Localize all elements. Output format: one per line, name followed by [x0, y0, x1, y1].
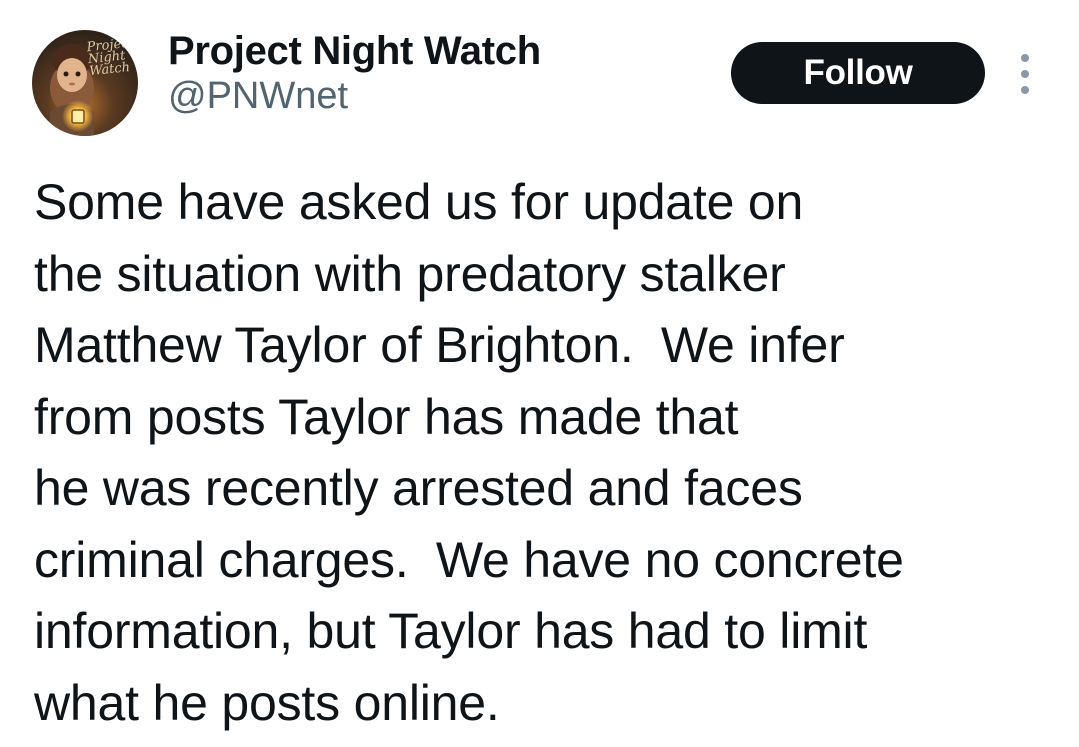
author-names: Project Night Watch @PNWnet	[168, 28, 541, 118]
tweet-text-line: he was recently arrested and faces	[34, 460, 803, 516]
tweet-text-line: Some have asked us for update on	[34, 174, 804, 230]
tweet-text-line: criminal charges. We have no concrete	[34, 531, 904, 588]
tweet-text-line: from posts Taylor has made that	[34, 388, 739, 445]
tweet-text-line: the situation with predatory stalker	[34, 245, 786, 302]
more-dot	[1021, 70, 1029, 78]
avatar[interactable]: Project Night Watch	[32, 30, 138, 136]
tweet-header: Project Night Watch Project Night Watch @P…	[0, 0, 1079, 150]
avatar-logo-text: Project Night Watch	[86, 35, 135, 80]
user-handle[interactable]: @PNWnet	[168, 74, 541, 118]
more-dot	[1021, 86, 1029, 94]
tweet-text: Some have asked us for update on the sit…	[34, 167, 1064, 739]
follow-button[interactable]: Follow	[731, 42, 985, 104]
more-vertical-icon[interactable]	[1012, 54, 1038, 94]
tweet-text-line: information, but Taylor has had to limit	[34, 603, 868, 659]
more-dot	[1021, 54, 1029, 62]
tweet-text-line: Matthew Taylor of Brighton. We infer	[34, 317, 845, 373]
display-name[interactable]: Project Night Watch	[168, 28, 541, 74]
tweet-text-line: what he posts online.	[34, 674, 500, 731]
